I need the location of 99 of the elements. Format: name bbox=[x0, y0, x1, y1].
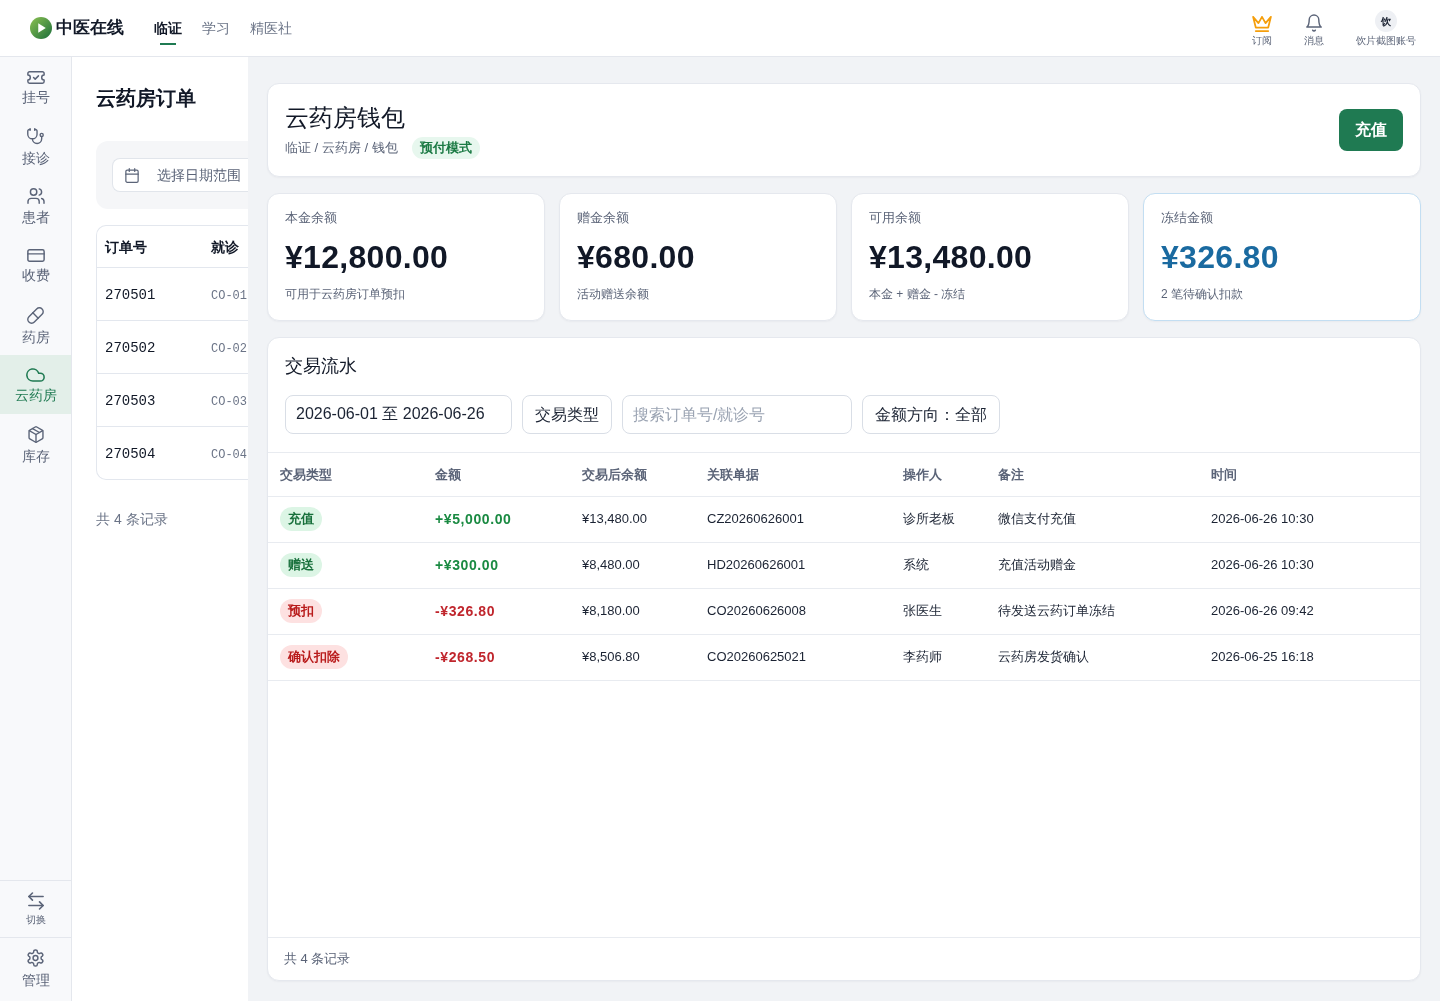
table-cell: 2026-06-26 09:42 bbox=[1199, 588, 1420, 634]
column-header: 备注 bbox=[986, 453, 1199, 496]
nav-tab[interactable]: 精医社 bbox=[250, 16, 292, 45]
card-note: 本金 + 赠金 - 冻结 bbox=[869, 286, 967, 302]
column-header: 交易类型 bbox=[268, 453, 423, 496]
column-header: 时间 bbox=[1199, 453, 1420, 496]
date-range-field[interactable]: 选择日期范围 bbox=[112, 158, 248, 192]
search-field[interactable]: 搜索订单号/就诊号 bbox=[622, 395, 852, 434]
sidebar-item[interactable]: 药房 bbox=[0, 295, 71, 355]
breadcrumb: 临证 / 云药房 / 钱包 bbox=[285, 138, 398, 157]
ticket-check-icon bbox=[26, 70, 45, 84]
table-cell: 待发送云药订单冻结 bbox=[986, 588, 1199, 634]
record-count: 共 4 条记录 bbox=[96, 510, 169, 529]
table-cell: ¥8,480.00 bbox=[570, 542, 695, 588]
sidebar-item[interactable]: 接诊 bbox=[0, 116, 71, 176]
table-cell: ¥8,180.00 bbox=[570, 588, 695, 634]
column-header: 关联单据 bbox=[695, 453, 891, 496]
cloud-icon bbox=[26, 367, 45, 382]
column-header: 交易后余额 bbox=[570, 453, 695, 496]
table-cell: 云药房发货确认 bbox=[986, 634, 1199, 680]
user-avatar: 饮 bbox=[1375, 10, 1397, 32]
card-label: 冻结金额 bbox=[1161, 209, 1214, 227]
table-cell: CZ20260626001 bbox=[695, 496, 891, 542]
table-cell: 270501 bbox=[105, 287, 156, 303]
table-cell: 2026-06-25 16:18 bbox=[1199, 634, 1420, 680]
table-cell: 2026-06-26 10:30 bbox=[1199, 496, 1420, 542]
type-tag: 赠送 bbox=[280, 553, 322, 577]
table-cell: 270504 bbox=[105, 446, 156, 462]
column-header: 订单号 bbox=[105, 238, 147, 255]
section-title: 交易流水 bbox=[285, 355, 358, 378]
type-tag: 预扣 bbox=[280, 599, 322, 623]
card-label: 本金余额 bbox=[285, 209, 338, 227]
card-label: 可用余额 bbox=[869, 209, 922, 227]
amount-cell: +¥300.00 bbox=[423, 542, 570, 588]
logo-text: 中医在线 bbox=[56, 17, 124, 39]
amount-cell: -¥268.50 bbox=[423, 634, 570, 680]
table-cell: 诊所老板 bbox=[891, 496, 986, 542]
table-cell: CO-03 bbox=[211, 395, 247, 409]
table-cell: 2026-06-26 10:30 bbox=[1199, 542, 1420, 588]
subscription-button[interactable]: 订阅 bbox=[1252, 10, 1272, 47]
card-note: 2 笔待确认扣款 bbox=[1161, 286, 1244, 302]
type-filter-button[interactable]: 交易类型 bbox=[522, 395, 612, 434]
table-cell: CO-01 bbox=[211, 289, 247, 303]
logo-icon bbox=[30, 17, 52, 39]
type-tag: 确认扣除 bbox=[280, 645, 348, 669]
type-tag: 充值 bbox=[280, 507, 322, 531]
account-button[interactable]: 饮 饮片截图账号 bbox=[1356, 10, 1416, 47]
record-count: 共 4 条记录 bbox=[268, 937, 1420, 980]
table-cell: 张医生 bbox=[891, 588, 986, 634]
balance-amount: ¥680.00 bbox=[577, 239, 696, 275]
direction-filter-button[interactable]: 金额方向：全部 bbox=[862, 395, 1000, 434]
sidebar-item[interactable]: 云药房 bbox=[0, 354, 71, 414]
table-cell: 李药师 bbox=[891, 634, 986, 680]
users-icon bbox=[26, 188, 45, 205]
messages-button[interactable]: 消息 bbox=[1304, 10, 1324, 47]
table-cell: 系统 bbox=[891, 542, 986, 588]
table-cell: 充值活动赠金 bbox=[986, 542, 1199, 588]
table-cell: 微信支付充值 bbox=[986, 496, 1199, 542]
nav-tab[interactable]: 学习 bbox=[202, 16, 230, 45]
switch-button[interactable]: 切换 bbox=[25, 892, 46, 926]
sidebar-item[interactable]: 患者 bbox=[0, 176, 71, 236]
table-cell: ¥13,480.00 bbox=[570, 496, 695, 542]
box-icon bbox=[27, 425, 44, 443]
amount-cell: -¥326.80 bbox=[423, 588, 570, 634]
table-cell: 270503 bbox=[105, 393, 156, 409]
table-cell: CO-04 bbox=[211, 448, 247, 462]
card-note: 可用于云药房订单预扣 bbox=[285, 286, 406, 302]
balance-amount: ¥13,480.00 bbox=[869, 239, 1034, 275]
amount-cell: +¥5,000.00 bbox=[423, 496, 570, 542]
table-cell: CO20260625021 bbox=[695, 634, 891, 680]
table-cell: CO-02 bbox=[211, 342, 247, 356]
pill-icon bbox=[27, 306, 44, 324]
table-cell: 270502 bbox=[105, 340, 156, 356]
manage-button[interactable]: 管理 bbox=[21, 949, 50, 990]
column-header: 金额 bbox=[423, 453, 570, 496]
arrows-left-right-icon bbox=[27, 892, 44, 910]
card-label: 赠金余额 bbox=[577, 209, 630, 227]
date-range-field[interactable]: 2026-06-01 至 2026-06-26 bbox=[285, 395, 512, 434]
sidebar-item[interactable]: 收费 bbox=[0, 235, 71, 295]
balance-amount: ¥326.80 bbox=[1161, 239, 1280, 275]
crown-icon bbox=[1252, 16, 1272, 32]
column-header: 就诊 bbox=[211, 238, 239, 255]
mode-tag: 预付模式 bbox=[411, 136, 480, 159]
panel-title: 云药房订单 bbox=[96, 86, 197, 111]
table-cell: CO20260626008 bbox=[695, 588, 891, 634]
credit-card-icon bbox=[26, 249, 45, 263]
card-note: 活动赠送余额 bbox=[577, 286, 650, 302]
page-title: 云药房钱包 bbox=[285, 102, 406, 133]
recharge-button[interactable]: 充值 bbox=[1339, 109, 1403, 151]
column-header: 操作人 bbox=[891, 453, 986, 496]
bell-icon bbox=[1306, 14, 1322, 32]
stethoscope-icon bbox=[27, 128, 44, 146]
calendar-icon bbox=[125, 167, 139, 183]
sidebar-item[interactable]: 库存 bbox=[0, 414, 71, 474]
table-cell: HD20260626001 bbox=[695, 542, 891, 588]
sidebar-item[interactable]: 挂号 bbox=[0, 57, 71, 117]
table-cell: ¥8,506.80 bbox=[570, 634, 695, 680]
settings-icon bbox=[27, 949, 44, 967]
balance-amount: ¥12,800.00 bbox=[285, 239, 450, 275]
